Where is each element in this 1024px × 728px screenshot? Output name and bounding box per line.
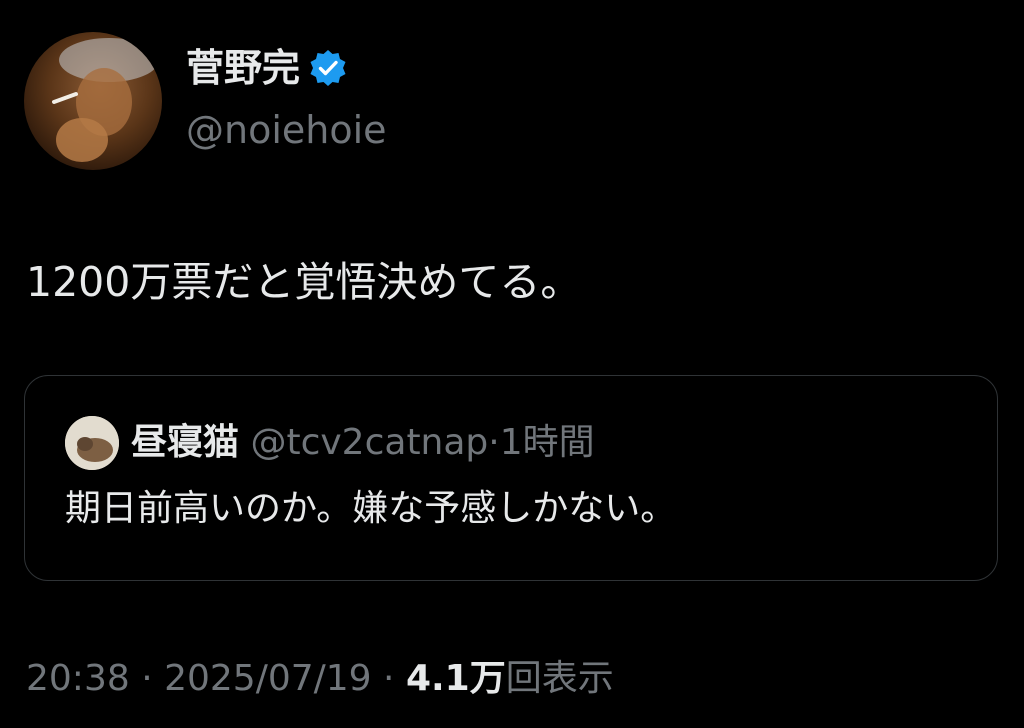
quote-header: 昼寝猫 @tcv2catnap·1時間 [131, 420, 595, 466]
views-label: 回表示 [505, 658, 614, 699]
verified-badge-icon [308, 48, 348, 88]
meta-separator: · [129, 658, 165, 699]
quote-author-name[interactable]: 昼寝猫 [131, 422, 239, 463]
meta-separator: · [371, 658, 406, 699]
quote-author-avatar[interactable] [65, 416, 119, 470]
tweet-meta: 20:38 · 2025/07/19 · 4.1万回表示 [26, 654, 614, 704]
quote-separator: · [488, 422, 500, 463]
views-count[interactable]: 4.1万 [406, 658, 506, 699]
quote-avatar-photo [65, 416, 119, 470]
tweet-text: 1200万票だと覚悟決めてる。 [26, 258, 582, 306]
author-name-text: 菅野完 [186, 46, 301, 90]
avatar-photo [52, 38, 159, 162]
tweet-time[interactable]: 20:38 [26, 658, 130, 699]
tweet-date[interactable]: 2025/07/19 [164, 658, 372, 699]
quote-text: 期日前高いのか。嫌な予感しかない。 [65, 488, 677, 529]
author-avatar[interactable] [24, 32, 162, 170]
quote-tweet-card[interactable]: 昼寝猫 @tcv2catnap·1時間 期日前高いのか。嫌な予感しかない。 [24, 375, 998, 581]
author-handle[interactable]: @noiehoie [186, 106, 387, 154]
quote-timestamp[interactable]: 1時間 [500, 422, 595, 463]
quote-author-handle[interactable]: @tcv2catnap [250, 422, 488, 463]
author-display-name[interactable]: 菅野完 [186, 44, 348, 92]
